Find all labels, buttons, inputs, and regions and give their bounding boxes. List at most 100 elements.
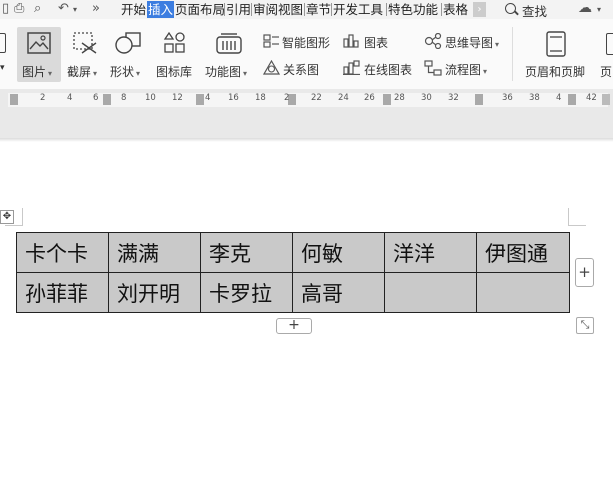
horizontal-ruler[interactable]: 2 4 6 8 10 12 4 16 18 2 22 24 26 28 30 3… — [0, 89, 613, 111]
add-column-button[interactable]: + — [575, 258, 594, 287]
chevron-down-icon: ▾ — [483, 67, 488, 76]
screenshot-label[interactable]: 截屏 — [67, 65, 91, 79]
ruler-number: 36 — [502, 93, 513, 103]
ruler-number: 8 — [121, 93, 127, 103]
column-marker[interactable] — [196, 94, 204, 105]
table-cell[interactable]: 洋洋 — [384, 232, 477, 273]
chevron-down-icon: ▾ — [136, 69, 141, 78]
relation-label[interactable]: 关系图 — [283, 61, 319, 78]
table-cell[interactable]: 何敏 — [292, 232, 385, 273]
ruler-number: 24 — [338, 93, 349, 103]
table-cell[interactable] — [384, 272, 477, 313]
online-chart-label[interactable]: 在线图表 — [364, 61, 412, 78]
table-row: 卡个卡 满满 李克 何敏 洋洋 伊图通 — [16, 232, 570, 273]
table-cell[interactable]: 高哥 — [292, 272, 385, 313]
tab-separator — [331, 3, 332, 16]
search-icon[interactable] — [505, 3, 516, 14]
flowchart-icon — [424, 60, 442, 76]
mindmap-label[interactable]: 思维导图 — [445, 36, 493, 50]
column-marker[interactable] — [103, 94, 111, 105]
page-number-icon[interactable] — [606, 33, 613, 55]
ruler-number: 2 — [40, 93, 46, 103]
table-cell[interactable]: 李克 — [200, 232, 293, 273]
tab-special-features[interactable]: 特色功能 — [388, 1, 438, 18]
page-margin-mark — [568, 208, 569, 226]
chevron-down-icon: ▾ — [495, 40, 500, 49]
function-chart-icon — [216, 33, 242, 54]
tab-scroll-right-icon[interactable]: › — [473, 2, 486, 17]
shape-label[interactable]: 形状 — [110, 65, 134, 79]
table-cell[interactable]: 孙菲菲 — [16, 272, 109, 313]
print-preview-icon[interactable]: ⎙ — [14, 1, 24, 16]
undo-dropdown-icon[interactable]: ▾ — [73, 5, 77, 14]
column-marker[interactable] — [383, 94, 391, 105]
ruler-number: 4 — [67, 93, 73, 103]
tab-insert[interactable]: 插入 — [147, 1, 175, 18]
page-number-label[interactable]: 页 — [600, 63, 612, 80]
tab-chapter[interactable]: 章节 — [306, 1, 331, 18]
icon-library-icon — [163, 31, 185, 53]
blank-page-icon[interactable] — [0, 33, 6, 53]
share-icon[interactable]: ☁ — [578, 0, 592, 16]
smartart-icon — [263, 34, 279, 48]
tab-separator — [251, 3, 252, 16]
table-cell[interactable]: 卡个卡 — [16, 232, 109, 273]
smartart-label[interactable]: 智能图形 — [282, 34, 330, 51]
zoom-preview-icon[interactable]: ⌕ — [34, 1, 41, 16]
tab-page-layout[interactable]: 页面布局 — [175, 1, 225, 18]
ruler-number: 28 — [394, 93, 405, 103]
document-page[interactable] — [0, 142, 613, 485]
shape-icon — [115, 32, 141, 54]
share-dropdown-icon[interactable]: ▾ — [597, 5, 601, 14]
ruler-number: 2 — [284, 93, 290, 103]
add-row-button[interactable]: + — [276, 318, 312, 334]
undo-icon[interactable]: ↶ — [58, 1, 69, 16]
ruler-number: 30 — [421, 93, 432, 103]
chart-label[interactable]: 图表 — [364, 34, 388, 51]
tab-developer[interactable]: 开发工具 — [333, 1, 383, 18]
table-cell[interactable]: 满满 — [108, 232, 201, 273]
ruler-number: 22 — [311, 93, 322, 103]
partial-caret: ▾ — [0, 63, 5, 73]
ruler-background — [0, 111, 613, 138]
tab-view[interactable]: 视图 — [278, 1, 303, 18]
ruler-number: 18 — [255, 93, 266, 103]
right-indent-marker[interactable] — [568, 94, 576, 105]
tab-review[interactable]: 审阅 — [253, 1, 278, 18]
relation-icon — [263, 60, 280, 75]
ruler-number: 32 — [448, 93, 459, 103]
table-resize-handle-icon[interactable]: ⤡ — [576, 317, 594, 334]
page-margin-mark — [5, 225, 23, 226]
data-table[interactable]: 卡个卡 满满 李克 何敏 洋洋 伊图通 孙菲菲 刘开明 卡罗拉 高哥 — [16, 232, 570, 313]
tab-references[interactable]: 引用 — [226, 1, 251, 18]
ruler-number: 4 — [556, 93, 562, 103]
ruler-number: 4 — [205, 93, 211, 103]
page-margin-mark — [22, 208, 23, 226]
mindmap-icon — [424, 33, 442, 49]
picture-icon — [27, 32, 51, 54]
table-cell[interactable]: 刘开明 — [108, 272, 201, 313]
chevron-down-icon: ▾ — [48, 69, 53, 78]
chart-icon — [343, 34, 359, 48]
ruler-end-marker — [602, 94, 610, 105]
ruler-number: 38 — [529, 93, 540, 103]
ruler-number: 16 — [228, 93, 239, 103]
tab-separator — [304, 3, 305, 16]
chevron-down-icon: ▾ — [93, 69, 98, 78]
table-cell[interactable]: 伊图通 — [476, 232, 570, 273]
header-footer-label[interactable]: 页眉和页脚 — [525, 63, 585, 80]
tab-table[interactable]: 表格 — [443, 1, 468, 18]
save-icon[interactable]: ▯ — [2, 1, 9, 16]
tab-home[interactable]: 开始 — [121, 1, 146, 18]
left-indent-marker[interactable] — [10, 94, 18, 105]
function-chart-label[interactable]: 功能图 — [205, 65, 241, 79]
online-chart-icon — [343, 60, 360, 75]
table-cell[interactable] — [476, 272, 570, 313]
icon-library-label[interactable]: 图标库 — [156, 63, 192, 80]
table-move-handle-icon[interactable]: ✥ — [0, 210, 14, 224]
search-label[interactable]: 查找 — [522, 1, 547, 19]
table-cell[interactable]: 卡罗拉 — [200, 272, 293, 313]
flowchart-label[interactable]: 流程图 — [445, 63, 481, 77]
more-tabs-icon[interactable]: » — [92, 1, 100, 16]
column-marker[interactable] — [475, 94, 483, 105]
